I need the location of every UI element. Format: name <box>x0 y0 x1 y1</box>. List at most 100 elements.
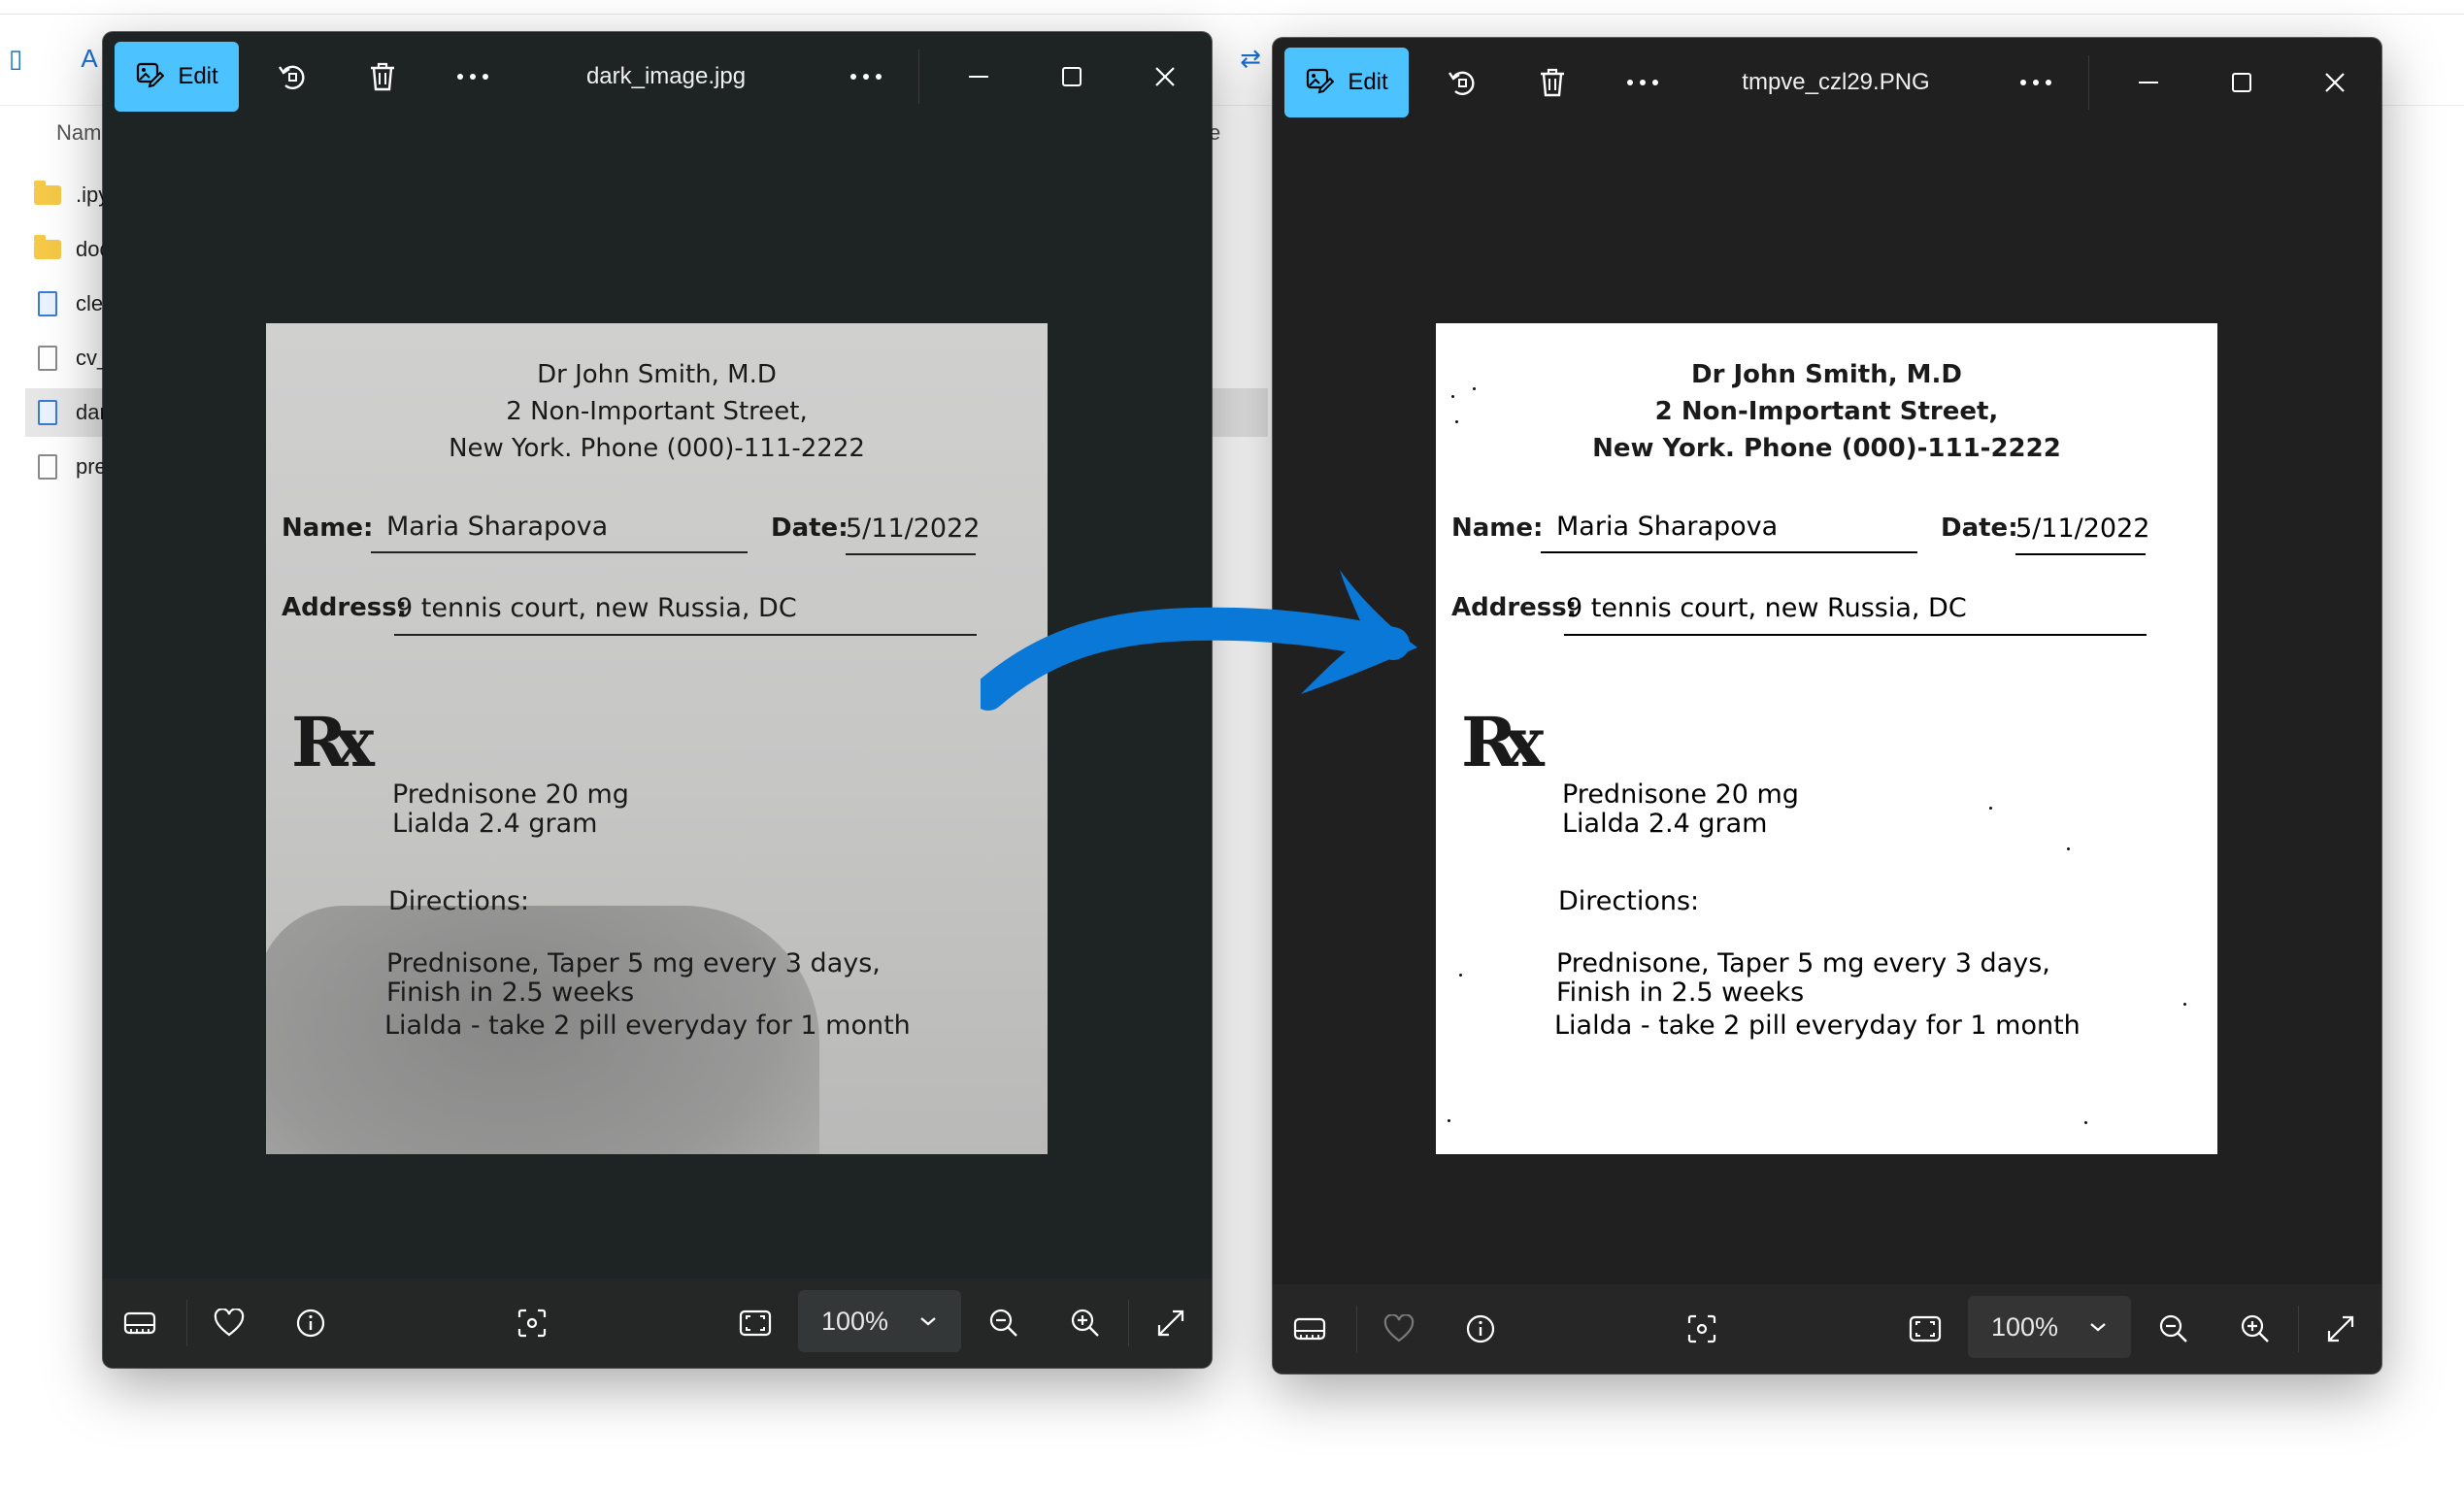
direction-2: Finish in 2.5 weeks <box>1556 978 1805 1008</box>
address-label: Address: <box>1451 593 1578 622</box>
zoom-out-icon[interactable] <box>981 1300 1027 1346</box>
toolbar-divider <box>2298 1306 2299 1352</box>
address-label: Address: <box>282 593 408 622</box>
zoom-level-dropdown[interactable]: 100% <box>798 1290 961 1352</box>
delete-icon[interactable] <box>1529 59 1576 106</box>
toolbar-divider <box>1356 1306 1357 1352</box>
title-bar: Edit tmpve_czl29.PNG <box>1273 38 2381 139</box>
scan-noise <box>2067 847 2070 850</box>
name-value: Maria Sharapova <box>1556 512 1779 542</box>
image-canvas: Dr John Smith, M.D 2 Non-Important Stree… <box>1273 139 2381 1284</box>
name-value: Maria Sharapova <box>386 512 609 542</box>
minimize-icon[interactable] <box>955 53 1002 100</box>
directions-label: Directions: <box>1558 886 1700 916</box>
visual-search-icon[interactable] <box>1679 1306 1725 1352</box>
scan-noise <box>2183 1003 2186 1006</box>
zoom-in-icon[interactable] <box>1062 1300 1109 1346</box>
blue-arrow-annotation <box>981 570 1417 711</box>
direction-3: Lialda - take 2 pill everyday for 1 mont… <box>1554 1011 2081 1041</box>
name-underline <box>1541 551 1917 553</box>
edit-image-icon <box>135 59 165 95</box>
doctor-street: 2 Non-Important Street, <box>1654 397 1999 426</box>
maximize-icon[interactable] <box>2218 59 2265 106</box>
toolbar-divider <box>186 1300 187 1346</box>
more-options-icon[interactable] <box>1619 59 1666 106</box>
medication-1: Prednisone 20 mg <box>392 779 629 810</box>
doctor-name: Dr John Smith, M.D <box>1691 360 1962 389</box>
edit-button[interactable]: Edit <box>115 42 239 112</box>
medication-1: Prednisone 20 mg <box>1562 779 1799 810</box>
filmstrip-icon[interactable] <box>1286 1306 1333 1352</box>
titlebar-divider <box>2088 55 2089 110</box>
fit-to-window-icon[interactable] <box>1902 1306 1948 1352</box>
scan-noise <box>1459 974 1462 977</box>
name-label: Name: <box>282 514 374 543</box>
name-label: Name: <box>1451 514 1544 543</box>
more-options-icon[interactable] <box>843 53 889 100</box>
close-icon[interactable] <box>1142 53 1188 100</box>
rename-icon[interactable]: A <box>74 43 105 74</box>
rx-symbol: Rx <box>291 702 375 782</box>
more-options-icon[interactable] <box>2013 59 2059 106</box>
address-value: 9 tennis court, new Russia, DC <box>1566 593 1967 623</box>
fit-to-window-icon[interactable] <box>732 1300 779 1346</box>
edit-image-icon <box>1305 65 1335 101</box>
direction-3: Lialda - take 2 pill everyday for 1 mont… <box>384 1011 911 1041</box>
name-underline <box>371 551 748 553</box>
new-icon[interactable]: ▯ <box>0 43 31 74</box>
rotate-icon[interactable] <box>1439 59 1485 106</box>
toolbar-divider <box>1128 1300 1129 1346</box>
scan-noise <box>1448 1119 1450 1122</box>
list-item-label: cle <box>76 291 104 315</box>
address-value: 9 tennis court, new Russia, DC <box>396 593 797 623</box>
direction-2: Finish in 2.5 weeks <box>386 978 635 1008</box>
address-underline <box>394 634 977 636</box>
date-value: 5/11/2022 <box>2015 514 2150 544</box>
folder-icon <box>33 181 62 208</box>
filmstrip-icon[interactable] <box>117 1300 163 1346</box>
date-label: Date: <box>771 514 849 543</box>
folder-icon <box>33 235 62 262</box>
column-header-name[interactable]: Nam <box>56 120 101 146</box>
visual-search-icon[interactable] <box>509 1300 555 1346</box>
file-icon <box>33 346 62 371</box>
date-value: 5/11/2022 <box>846 514 981 544</box>
rotate-icon[interactable] <box>269 53 316 100</box>
prescription-photo-original: Dr John Smith, M.D 2 Non-Important Stree… <box>266 323 1048 1154</box>
doctor-street: 2 Non-Important Street, <box>506 397 808 426</box>
info-icon[interactable] <box>287 1300 334 1346</box>
zoom-out-icon[interactable] <box>2150 1306 2197 1352</box>
full-screen-icon[interactable] <box>1148 1300 1194 1346</box>
zoom-in-icon[interactable] <box>2232 1306 2279 1352</box>
scan-noise <box>2084 1121 2087 1124</box>
chevron-down-icon <box>909 1302 948 1341</box>
close-icon[interactable] <box>2312 59 2358 106</box>
date-underline <box>2015 553 2146 555</box>
maximize-icon[interactable] <box>1049 53 1095 100</box>
edit-button[interactable]: Edit <box>1284 48 1409 117</box>
zoom-level-value: 100% <box>1991 1311 2059 1342</box>
image-file-icon <box>33 291 62 316</box>
delete-icon[interactable] <box>359 53 406 100</box>
full-screen-icon[interactable] <box>2317 1306 2364 1352</box>
address-underline <box>1564 634 2147 636</box>
medication-2: Lialda 2.4 gram <box>392 809 598 839</box>
photo-viewer-window-right: Edit tmpve_czl29.PNG Dr John Smith, M.D … <box>1273 38 2381 1374</box>
favorite-heart-icon[interactable] <box>206 1300 252 1346</box>
direction-1: Prednisone, Taper 5 mg every 3 days, <box>1556 948 2050 978</box>
zoom-level-dropdown[interactable]: 100% <box>1968 1296 2131 1358</box>
window-title: tmpve_czl29.PNG <box>1742 69 1930 95</box>
scan-noise <box>1989 807 1992 810</box>
doctor-city-phone: New York. Phone (000)-111-2222 <box>1592 434 2061 463</box>
info-icon[interactable] <box>1457 1306 1504 1352</box>
share-icon[interactable]: ⇄ <box>1235 43 1266 74</box>
medication-2: Lialda 2.4 gram <box>1562 809 1768 839</box>
more-options-icon[interactable] <box>450 53 496 100</box>
zoom-level-value: 100% <box>821 1306 889 1336</box>
directions-label: Directions: <box>388 886 530 916</box>
viewer-bottom-toolbar: 100% <box>103 1278 1212 1368</box>
chevron-down-icon <box>2079 1308 2117 1346</box>
minimize-icon[interactable] <box>2125 59 2172 106</box>
title-bar: Edit dark_image.jpg <box>103 32 1212 133</box>
favorite-heart-icon[interactable] <box>1376 1306 1422 1352</box>
